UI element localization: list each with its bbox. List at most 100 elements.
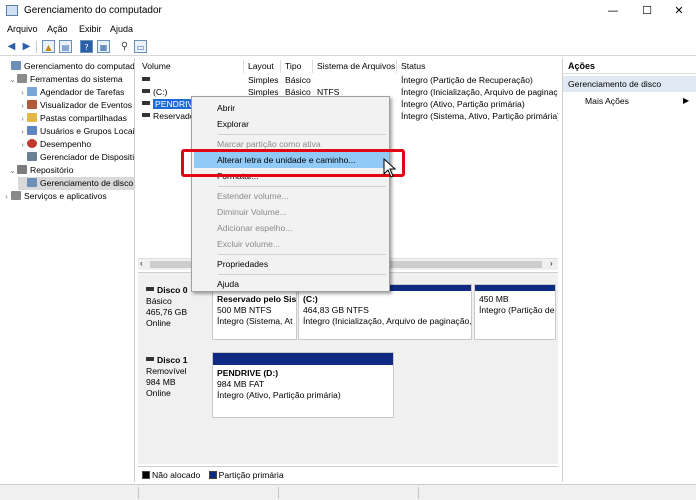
tree-item-label: Gerenciamento de disco: [40, 178, 134, 188]
tree-item-event-viewer[interactable]: › Visualizador de Eventos: [18, 99, 132, 112]
table-row[interactable]: Simples Básico Íntegro (Partição de Recu…: [138, 74, 558, 86]
connect-icon[interactable]: ⚲: [118, 40, 131, 53]
ctx-item-extend: Estender volume...: [217, 191, 289, 201]
ctx-separator: [218, 254, 386, 255]
folder-up-icon[interactable]: ▲: [42, 40, 55, 53]
tree-item-task-scheduler[interactable]: › Agendador de Tarefas: [18, 86, 124, 99]
legend: Não alocado Partição primária: [138, 466, 558, 482]
tree-item-users-groups[interactable]: › Usuários e Grupos Locais: [18, 125, 134, 138]
legend-primary: Partição primária: [218, 470, 284, 480]
back-arrow-icon[interactable]: ◀: [5, 40, 18, 53]
partition-title: Reservado pelo Sis: [217, 294, 296, 304]
partition-c[interactable]: (C:) 464,83 GB NTFS Íntegro (Inicialização…: [298, 284, 472, 340]
actions-section-disk-management[interactable]: Gerenciamento de disco: [563, 76, 696, 92]
column-header-volume[interactable]: Volume: [138, 60, 244, 73]
ctx-item-open[interactable]: Abrir: [194, 100, 389, 116]
ctx-item-help[interactable]: Ajuda: [194, 276, 389, 292]
partition-header-bar: [213, 353, 393, 365]
partition-status: Íntegro (Ativo, Partição primária): [217, 390, 341, 400]
menu-ajuda[interactable]: Ajuda: [110, 24, 133, 34]
volume-status: Íntegro (Ativo, Partição primária): [401, 99, 525, 109]
tree-item-root[interactable]: Gerenciamento do computador: [2, 60, 134, 73]
collapse-icon[interactable]: ⌄: [8, 165, 17, 178]
ctx-separator: [218, 134, 386, 135]
volume-status: Íntegro (Inicialização, Arquivo de pagin…: [401, 87, 558, 97]
status-divider: [418, 487, 419, 499]
volume-type: Básico: [285, 75, 311, 85]
tree-item-shared-folders[interactable]: › Pastas compartilhadas: [18, 112, 127, 125]
ctx-item-add-mirror: Adicionar espelho...: [217, 223, 293, 233]
ctx-item-properties[interactable]: Propriedades: [194, 256, 389, 272]
computer-icon: [11, 61, 21, 70]
partition-size: 500 MB NTFS: [217, 305, 272, 315]
disk-name: Disco 1: [157, 355, 188, 365]
more-actions-label: Mais Ações: [585, 96, 629, 106]
tree-item-label: Visualizador de Eventos: [40, 100, 133, 110]
column-header-status[interactable]: Status: [397, 60, 558, 73]
tree-item-device-manager[interactable]: Gerenciador de Dispositivos: [18, 151, 135, 164]
expand-icon[interactable]: ›: [2, 191, 11, 204]
clock-icon: [27, 87, 37, 96]
collapse-icon[interactable]: ⌄: [8, 74, 17, 87]
tree-item-tools[interactable]: ⌄ Ferramentas do sistema: [8, 73, 123, 86]
properties-icon[interactable]: ▦: [97, 40, 110, 53]
menu-arquivo[interactable]: Arquivo: [7, 24, 38, 34]
tree-item-storage[interactable]: ⌄ Repositório: [8, 164, 73, 177]
partition-size: 984 MB FAT: [217, 379, 265, 389]
partition-pendrive[interactable]: PENDRIVE (D:) 984 MB FAT Íntegro (Ativo, P…: [212, 352, 394, 418]
column-header-filesystem[interactable]: Sistema de Arquivos: [313, 60, 397, 73]
volume-status: Íntegro (Partição de Recuperação): [401, 75, 533, 85]
disk-state: Online: [146, 318, 171, 328]
partition-reserved[interactable]: Reservado pelo Sis 500 MB NTFS Íntegro (Si…: [212, 284, 297, 340]
ctx-item-delete: Excluir volume...: [217, 239, 281, 249]
mouse-cursor-icon: [383, 158, 397, 178]
view-icon[interactable]: ▭: [134, 40, 147, 53]
maximize-button[interactable]: ☐: [632, 3, 662, 19]
disk-icon: [146, 287, 154, 291]
tree-item-performance[interactable]: › Desempenho: [18, 138, 91, 151]
users-icon: [27, 126, 37, 135]
event-viewer-icon: [27, 100, 37, 109]
close-button[interactable]: ✕: [664, 3, 694, 19]
unallocated-swatch: [142, 471, 150, 479]
folder-icon: [27, 113, 37, 122]
more-actions-item[interactable]: Mais Ações ▶: [563, 94, 696, 108]
tree-item-label: Pastas compartilhadas: [40, 113, 127, 123]
scroll-right-icon[interactable]: ›: [550, 259, 553, 268]
tree-item-label: Repositório: [30, 165, 74, 175]
drive-icon: [142, 113, 150, 117]
ctx-item-explore[interactable]: Explorar: [194, 116, 389, 132]
column-header-layout[interactable]: Layout: [244, 60, 281, 73]
forward-arrow-icon[interactable]: ▶: [20, 40, 33, 53]
context-menu: Abrir Explorar Marcar partição como ativ…: [191, 96, 390, 292]
partition-size: 464,83 GB NTFS: [303, 305, 369, 315]
scroll-left-icon[interactable]: ‹: [140, 259, 143, 268]
volume-name: Reservado: [153, 111, 195, 121]
volume-status: Íntegro (Sistema, Ativo, Partição primár…: [401, 111, 558, 121]
tree-item-label: Ferramentas do sistema: [30, 74, 123, 84]
drive-icon: [142, 77, 150, 81]
menu-exibir[interactable]: Exibir: [79, 24, 102, 34]
actions-header: Ações: [563, 58, 696, 74]
primary-swatch: [208, 471, 217, 479]
disk-type: Básico: [146, 296, 172, 306]
menu-acao[interactable]: Ação: [47, 24, 68, 34]
disk-management-icon: [27, 178, 37, 187]
column-header-type[interactable]: Tipo: [281, 60, 313, 73]
disk-1-label[interactable]: Disco 1 Removível 984 MB Online: [142, 353, 214, 401]
help-icon[interactable]: ?: [80, 40, 93, 53]
disk-icon: [146, 357, 154, 361]
actions-pane: Ações Gerenciamento de disco Mais Ações …: [562, 58, 696, 482]
drive-icon: [142, 101, 150, 105]
tree-item-label: Gerenciador de Dispositivos: [40, 152, 135, 162]
ctx-separator: [218, 186, 386, 187]
partition-recovery[interactable]: 450 MB Íntegro (Partição de: [474, 284, 556, 340]
status-divider: [278, 487, 279, 499]
disk-graphical-view: Disco 0 Básico 465,76 GB Online Reservad…: [138, 272, 558, 464]
volume-layout: Simples: [248, 75, 279, 85]
window-title: Gerenciamento do computador: [24, 5, 162, 16]
tree-item-services[interactable]: › Serviços e aplicativos: [2, 190, 107, 203]
tree-item-disk-management[interactable]: Gerenciamento de disco: [18, 177, 134, 190]
show-tree-icon[interactable]: ▤: [59, 40, 72, 53]
minimize-button[interactable]: —: [598, 3, 628, 19]
